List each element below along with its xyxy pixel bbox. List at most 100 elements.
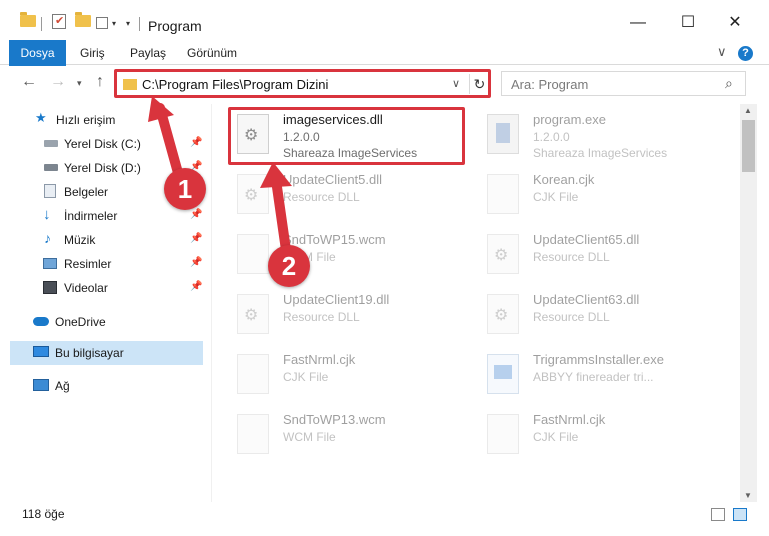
sidebar-item-label: Yerel Disk (D:)	[64, 161, 141, 175]
music-icon: ♪	[44, 230, 51, 246]
file-item[interactable]: FastNrml.cjk CJK File	[221, 346, 461, 404]
drive-icon	[44, 140, 58, 147]
file-item[interactable]: Korean.cjk CJK File	[471, 166, 711, 224]
scroll-thumb[interactable]	[742, 120, 755, 172]
dll-file-icon	[237, 294, 269, 334]
sidebar-item-onedrive[interactable]: OneDrive	[0, 310, 203, 334]
sidebar-item-label: OneDrive	[55, 315, 106, 329]
up-icon[interactable]: ↑	[96, 73, 104, 91]
sidebar-item-label: Ağ	[55, 379, 70, 393]
search-placeholder: Ara: Program	[511, 77, 589, 92]
file-name: UpdateClient19.dll	[283, 292, 390, 307]
pin-icon[interactable]: 📌	[190, 281, 202, 292]
file-item-program-exe[interactable]: program.exe 1.2.0.0 Shareaza ImageServic…	[471, 106, 711, 164]
file-item[interactable]: TrigrammsInstaller.exe ABBYY finereader …	[471, 346, 711, 404]
annotation-marker-2: 2	[268, 245, 310, 287]
recent-locations-icon[interactable]: ▾	[77, 78, 82, 89]
tab-share[interactable]: Paylaş	[119, 40, 177, 65]
document-file-icon	[237, 234, 269, 274]
sidebar-item-label: Yerel Disk (C:)	[64, 137, 141, 151]
file-type: ABBYY finereader tri...	[533, 370, 654, 384]
annotation-marker-1: 1	[164, 168, 206, 210]
file-item[interactable]: SndToWP15.wcm WCM File	[221, 226, 461, 284]
file-type: CJK File	[533, 190, 579, 204]
vertical-scrollbar[interactable]: ▲ ▼	[740, 104, 757, 502]
file-version: 1.2.0.0	[533, 130, 570, 144]
file-type: Resource DLL	[283, 190, 360, 204]
dll-file-icon	[487, 294, 519, 334]
status-bar: 118 öğe	[0, 502, 769, 536]
file-item[interactable]: UpdateClient5.dll Resource DLL	[221, 166, 461, 224]
file-item[interactable]: FastNrml.cjk CJK File	[471, 406, 711, 464]
help-icon[interactable]: ?	[738, 46, 753, 61]
tab-home[interactable]: Giriş	[69, 40, 116, 65]
star-icon: ★	[35, 110, 47, 125]
details-view-icon[interactable]	[711, 508, 725, 521]
file-item[interactable]: UpdateClient65.dll Resource DLL	[471, 226, 711, 284]
file-name: TrigrammsInstaller.exe	[533, 352, 664, 367]
file-name: FastNrml.cjk	[283, 352, 356, 367]
file-name: UpdateClient5.dll	[283, 172, 383, 187]
file-item[interactable]: UpdateClient63.dll Resource DLL	[471, 286, 711, 344]
sidebar-item-pictures[interactable]: Resimler 📌	[0, 252, 203, 276]
scroll-up-icon[interactable]: ▲	[744, 106, 752, 115]
sidebar-item-local-disk-c[interactable]: Yerel Disk (C:) 📌	[0, 132, 203, 156]
close-button[interactable]: ✕	[712, 8, 758, 38]
file-type: CJK File	[533, 430, 579, 444]
sidebar-item-downloads[interactable]: ↓ İndirmeler 📌	[0, 204, 203, 228]
file-type: Resource DLL	[283, 310, 360, 324]
sidebar-item-videos[interactable]: Videolar 📌	[0, 276, 203, 300]
file-item[interactable]: SndToWP13.wcm WCM File	[221, 406, 461, 464]
file-item[interactable]: UpdateClient19.dll Resource DLL	[221, 286, 461, 344]
customize-icon[interactable]	[96, 17, 108, 29]
file-name: Korean.cjk	[533, 172, 595, 187]
pin-icon[interactable]: 📌	[190, 233, 202, 244]
sidebar-item-label: İndirmeler	[64, 209, 118, 223]
sidebar-item-quick-access[interactable]: ★ Hızlı erişim	[0, 108, 203, 132]
sidebar-item-label: Bu bilgisayar	[55, 346, 124, 360]
search-icon[interactable]: ⌕	[725, 75, 733, 92]
dll-file-icon	[487, 234, 519, 274]
sidebar-item-network[interactable]: Ağ	[0, 374, 203, 398]
download-icon: ↓	[43, 206, 51, 223]
program-file-icon	[487, 114, 519, 154]
document-file-icon	[237, 354, 269, 394]
sidebar-item-label: Belgeler	[64, 185, 109, 199]
pin-icon[interactable]: 📌	[190, 257, 202, 268]
documents-icon	[44, 184, 56, 198]
document-file-icon	[487, 174, 519, 214]
file-name: FastNrml.cjk	[533, 412, 606, 427]
chevron-down-icon[interactable]: ▾	[112, 19, 116, 28]
properties-icon[interactable]	[52, 14, 66, 29]
file-name: SndToWP13.wcm	[283, 412, 386, 427]
search-input[interactable]: Ara: Program ⌕	[501, 71, 746, 96]
sidebar-item-this-pc[interactable]: Bu bilgisayar	[10, 341, 203, 365]
navigation-pane: ★ Hızlı erişim Yerel Disk (C:) 📌 Yerel D…	[0, 104, 212, 502]
title-bar: ▾ ▾ Program — ☐ ✕	[0, 0, 769, 40]
tab-view[interactable]: Görünüm	[176, 40, 248, 65]
new-folder-icon[interactable]	[75, 12, 91, 27]
document-file-icon	[487, 414, 519, 454]
back-icon[interactable]: ←	[21, 73, 37, 91]
ribbon-tabs: Dosya Giriş Paylaş Görünüm ∨ ?	[0, 40, 769, 98]
window-title: Program	[148, 18, 202, 34]
installer-file-icon	[487, 354, 519, 394]
cloud-icon	[33, 317, 49, 326]
quick-access-menu-icon[interactable]: ▾	[126, 19, 130, 28]
pin-icon[interactable]: 📌	[190, 209, 202, 220]
minimize-button[interactable]: —	[615, 8, 661, 38]
scroll-down-icon[interactable]: ▼	[744, 491, 752, 500]
large-icons-view-icon[interactable]	[733, 508, 747, 521]
file-type: Resource DLL	[533, 310, 610, 324]
file-description: Shareaza ImageServices	[533, 146, 668, 160]
sidebar-item-label: Videolar	[64, 281, 108, 295]
file-name: SndToWP15.wcm	[283, 232, 386, 247]
file-type: CJK File	[283, 370, 329, 384]
document-file-icon	[237, 414, 269, 454]
maximize-button[interactable]: ☐	[665, 8, 711, 38]
forward-icon[interactable]: →	[50, 73, 66, 91]
sidebar-item-music[interactable]: ♪ Müzik 📌	[0, 228, 203, 252]
chevron-down-icon[interactable]: ∨	[717, 44, 727, 60]
pin-icon[interactable]: 📌	[190, 137, 202, 148]
divider	[139, 17, 140, 31]
